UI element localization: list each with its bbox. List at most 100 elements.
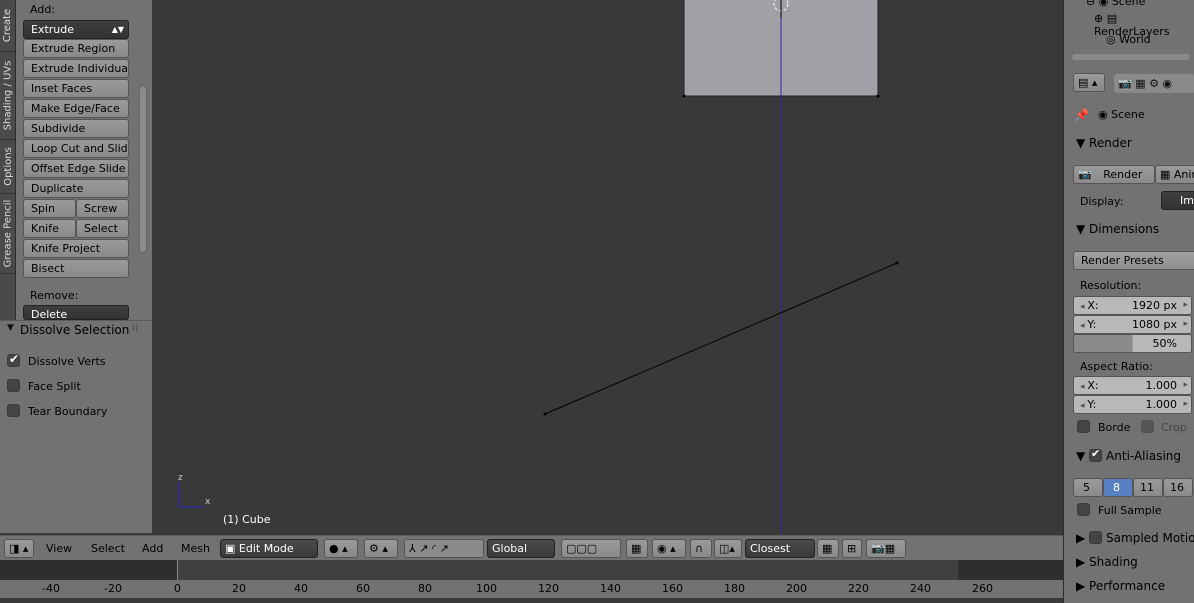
timeline[interactable]: -40 -20 0 20 40 60 80 100 120 140 160 18…: [0, 560, 1063, 603]
tab-create-label: Create: [2, 8, 14, 43]
tab-options[interactable]: Options: [0, 140, 16, 194]
editor-type-button[interactable]: ◨ ▴: [4, 539, 34, 558]
aa-5-button[interactable]: 5: [1073, 478, 1103, 497]
crop-checkbox[interactable]: [1141, 420, 1154, 433]
tool-shelf-scrollbar[interactable]: [139, 85, 147, 253]
props-context-tabs[interactable]: 📷 ▦ ⚙ ◉: [1114, 74, 1194, 93]
extrude-individual-button[interactable]: Extrude Individual: [23, 59, 129, 78]
anim-btn-label: Anim: [1173, 168, 1194, 181]
resolution-y-field[interactable]: ◂ Y: 1080 px ▸: [1073, 315, 1192, 334]
snap-target-label: Closest: [750, 542, 791, 555]
sampled-motion-panel-header[interactable]: ▶ Sampled Motion: [1076, 531, 1194, 545]
timeline-ruler: [0, 580, 1063, 598]
extrude-region-button[interactable]: Extrude Region: [23, 39, 129, 58]
tick: 160: [662, 582, 683, 595]
pivot-select[interactable]: ⚙ ▴: [364, 539, 398, 558]
viewport-header: ◨ ▴ View Select Add Mesh ▣ Edit Mode ● ▴…: [0, 535, 1063, 560]
pin-icon[interactable]: 📌: [1074, 108, 1089, 122]
screw-button[interactable]: Screw: [76, 199, 129, 218]
subdivide-button[interactable]: Subdivide: [23, 119, 129, 138]
shading-select[interactable]: ● ▴: [324, 539, 358, 558]
outliner: ⊖ ◉ Scene ⊕ ▤ RenderLayers ◎ World: [1063, 0, 1194, 68]
outliner-world[interactable]: ◎ World: [1106, 33, 1151, 46]
right-arrow-icon: ▸: [1183, 399, 1188, 409]
check-icon: ✔: [9, 352, 20, 366]
duplicate-button[interactable]: Duplicate: [23, 179, 129, 198]
render-buttons[interactable]: 📷▦: [866, 539, 906, 558]
menu-view[interactable]: View: [46, 542, 72, 555]
3d-viewport[interactable]: z x (1) Cube: [152, 0, 1063, 535]
render-panel-header[interactable]: ▼ Render: [1076, 136, 1194, 150]
tear-boundary-checkbox[interactable]: [7, 404, 20, 417]
tab-shading-uvs[interactable]: Shading / UVs: [0, 52, 16, 140]
proportional-select[interactable]: ◉ ▴: [652, 539, 686, 558]
full-sample-checkbox[interactable]: [1077, 503, 1090, 516]
performance-panel-header[interactable]: ▶ Performance: [1076, 579, 1194, 593]
orientation-select[interactable]: Global: [487, 539, 555, 558]
aa-16-button[interactable]: 16: [1163, 478, 1193, 497]
timeline-scrollbar[interactable]: [0, 598, 1063, 603]
occlude-button[interactable]: ▦: [626, 539, 648, 558]
border-checkbox[interactable]: [1077, 420, 1090, 433]
expand-triangle-icon: ▼: [1076, 449, 1090, 463]
sampled-motion-checkbox[interactable]: [1089, 531, 1103, 544]
render-presets-button[interactable]: Render Presets: [1073, 251, 1194, 270]
resolution-percent-slider[interactable]: 50%: [1073, 334, 1192, 353]
snap-target-select[interactable]: Closest: [745, 539, 815, 558]
select-button[interactable]: Select: [76, 219, 129, 238]
extrude-select[interactable]: Extrude ▲▼: [23, 20, 129, 39]
outliner-scene[interactable]: ⊖ ◉ Scene: [1086, 0, 1145, 8]
aa-11-button[interactable]: 11: [1133, 478, 1163, 497]
aspect-x-field[interactable]: ◂ X: 1.000 ▸: [1073, 376, 1192, 395]
snap-toggle[interactable]: ∩: [690, 539, 712, 558]
layers-button[interactable]: ⊞: [842, 539, 862, 558]
aa-8-button[interactable]: 8: [1103, 478, 1133, 497]
menu-select[interactable]: Select: [91, 542, 125, 555]
delete-select[interactable]: Delete: [23, 305, 129, 320]
resolution-x-field[interactable]: ◂ X: 1920 px ▸: [1073, 296, 1192, 315]
render-button[interactable]: 📷 Render: [1073, 165, 1155, 184]
menu-add[interactable]: Add: [142, 542, 163, 555]
inset-faces-button[interactable]: Inset Faces: [23, 79, 129, 98]
snap-element-select[interactable]: ◫▴: [714, 539, 742, 558]
loop-cut-button[interactable]: Loop Cut and Slide: [23, 139, 129, 158]
knife-button[interactable]: Knife: [23, 219, 76, 238]
collapse-triangle-icon[interactable]: ▼: [7, 323, 14, 333]
make-edge-face-button[interactable]: Make Edge/Face: [23, 99, 129, 118]
tab-grease-pencil[interactable]: Grease Pencil: [0, 194, 16, 274]
display-select[interactable]: Image: [1161, 191, 1194, 210]
tab-create[interactable]: Create: [0, 0, 16, 52]
collapsed-triangle-icon: ▶: [1076, 531, 1090, 545]
mode-select[interactable]: ▣ Edit Mode: [220, 539, 318, 558]
aa-panel-header[interactable]: ▼ ✔ Anti-Aliasing: [1076, 447, 1194, 463]
tick: 60: [356, 582, 370, 595]
manipulator-buttons[interactable]: ⅄ ↗ ◜ ↗: [404, 539, 484, 558]
outliner-scrollbar[interactable]: [1072, 54, 1190, 60]
object-label: (1) Cube: [223, 513, 271, 526]
shading-panel-header[interactable]: ▶ Shading: [1076, 555, 1194, 569]
snap-option-button[interactable]: ▦: [817, 539, 839, 558]
face-split-checkbox[interactable]: [7, 379, 20, 392]
animation-button[interactable]: ▦ Anim: [1155, 165, 1194, 184]
render-btn-label: Render: [1103, 168, 1143, 181]
asp-y-label: Y:: [1087, 398, 1097, 411]
knife-project-button[interactable]: Knife Project: [23, 239, 129, 258]
dimensions-panel-header[interactable]: ▼ Dimensions: [1076, 222, 1194, 236]
spin-button[interactable]: Spin: [23, 199, 76, 218]
props-editor-type[interactable]: ▤ ▴: [1073, 73, 1105, 92]
offset-edge-slide-button[interactable]: Offset Edge Slide: [23, 159, 129, 178]
select-mode-buttons[interactable]: ▢▢▢: [561, 539, 621, 558]
right-arrow-icon: ▸: [1183, 380, 1188, 390]
vertex: [543, 412, 547, 416]
aa-checkbox[interactable]: ✔: [1089, 447, 1103, 462]
vertex-edge-face-icon: ▢▢▢: [566, 542, 598, 555]
bisect-button[interactable]: Bisect: [23, 259, 129, 278]
operator-panel: ▼ Dissolve Selection ⁞⁞ ✔ Dissolve Verts…: [0, 320, 152, 533]
solid-sphere-icon: ● ▴: [329, 542, 348, 555]
tab-options-label: Options: [2, 147, 14, 186]
drag-handle-icon[interactable]: ⁞⁞: [132, 323, 138, 334]
dissolve-verts-checkbox[interactable]: ✔: [7, 352, 20, 367]
menu-mesh[interactable]: Mesh: [181, 542, 210, 555]
timeline-postroll: [958, 560, 1063, 580]
aspect-y-field[interactable]: ◂ Y: 1.000 ▸: [1073, 395, 1192, 414]
